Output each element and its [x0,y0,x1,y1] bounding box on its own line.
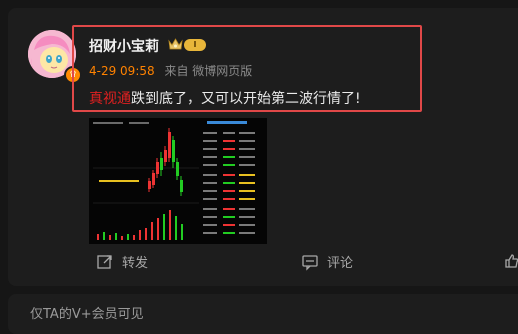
level-badge[interactable]: I [184,39,206,51]
stock-tag-link[interactable]: 真视通 [89,91,131,107]
stock-chart-image [89,118,267,244]
vip-notice-card: 仅TA的V+会员可见 [8,294,518,334]
repost-icon [97,254,112,269]
like-button[interactable] [504,252,518,270]
repost-button[interactable]: 转发 [96,252,148,271]
vip-notice-text: 仅TA的V+会员可见 [30,307,144,322]
crown-icon [168,38,183,50]
comment-icon [302,254,318,271]
comment-button[interactable]: 评论 [301,252,353,271]
action-bar: 转发 评论 [0,252,518,278]
post-text: 真视通跌到底了，又可以开始第二波行情了! [89,88,361,108]
post-body: 跌到底了，又可以开始第二波行情了! [131,91,361,107]
post-time[interactable]: 4-29 09:58 [89,64,155,78]
post-source: 来自 微博网页版 [164,64,253,78]
like-icon [505,254,518,268]
comment-label: 评论 [327,256,354,271]
post-meta: 4-29 09:58 来自 微博网页版 [89,62,252,79]
repost-label: 转发 [122,256,149,271]
post-image-stock-chart[interactable] [89,118,267,244]
author-name[interactable]: 招财小宝莉 [89,36,159,56]
